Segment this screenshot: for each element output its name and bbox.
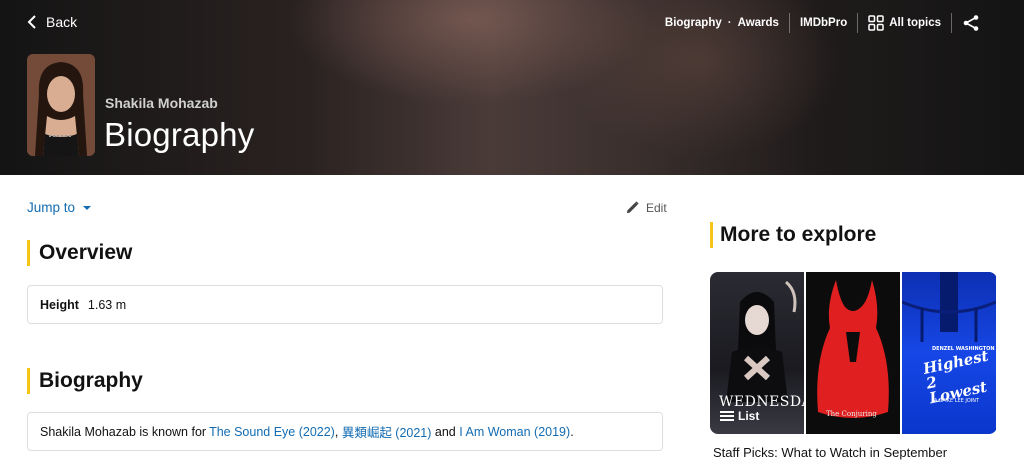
portrait-image bbox=[27, 54, 95, 156]
staff-picks-list-card[interactable]: WEDNESDAY The Conjuring DENZEL WASHINGTO… bbox=[710, 272, 997, 434]
staff-picks-caption-link[interactable]: Staff Picks: What to Watch in September bbox=[713, 445, 947, 460]
edit-button[interactable]: Edit bbox=[625, 200, 667, 215]
page-title: Biography bbox=[104, 116, 255, 153]
nav-imdbpro-link[interactable]: IMDbPro bbox=[800, 17, 847, 29]
nav-separator-dot: · bbox=[727, 17, 732, 29]
overview-heading: Overview bbox=[27, 240, 132, 266]
poster-highest-2-lowest: DENZEL WASHINGTON Highest 2 Lowest A SPI… bbox=[902, 272, 996, 434]
list-badge-label: List bbox=[738, 409, 760, 423]
grid-icon bbox=[868, 15, 884, 31]
poster-conjuring: The Conjuring bbox=[806, 272, 900, 434]
bio-text-prefix: Shakila Mohazab is known for bbox=[40, 424, 207, 439]
chevron-left-icon bbox=[27, 15, 36, 29]
list-badge: List bbox=[720, 409, 759, 423]
bio-title-link[interactable]: I Am Woman (2019) bbox=[459, 425, 570, 439]
all-topics-button[interactable]: All topics bbox=[868, 15, 941, 31]
more-to-explore-heading: More to explore bbox=[710, 222, 876, 248]
biography-heading: Biography bbox=[27, 368, 143, 394]
all-topics-label: All topics bbox=[889, 17, 941, 29]
caret-down-icon bbox=[83, 205, 92, 210]
poster-subtitle: A SPIKE LEE JOINT bbox=[934, 398, 980, 404]
share-icon[interactable] bbox=[962, 14, 980, 32]
back-label: Back bbox=[46, 14, 78, 30]
pencil-icon bbox=[626, 201, 639, 214]
avatar[interactable] bbox=[27, 54, 95, 156]
nav-divider bbox=[788, 13, 790, 33]
person-name[interactable]: Shakila Mohazab bbox=[105, 95, 218, 111]
height-card: Height 1.63 m bbox=[27, 285, 663, 324]
biography-card: Shakila Mohazab is known for The Sound E… bbox=[27, 412, 663, 451]
poster-title: The Conjuring bbox=[826, 410, 877, 418]
nav-divider bbox=[857, 13, 859, 33]
bio-separator: , bbox=[334, 424, 339, 439]
top-navigation: Biography · Awards IMDbPro All topics bbox=[665, 12, 980, 34]
nav-awards-link[interactable]: Awards bbox=[738, 17, 779, 29]
jump-to-dropdown[interactable]: Jump to bbox=[27, 200, 92, 215]
bio-separator: and bbox=[434, 424, 456, 439]
poster-title: WEDNESDAY bbox=[719, 394, 804, 410]
bio-title-link[interactable]: The Sound Eye (2022) bbox=[209, 425, 335, 439]
jump-to-label: Jump to bbox=[27, 200, 76, 215]
edit-label: Edit bbox=[646, 200, 667, 215]
list-icon bbox=[720, 411, 734, 421]
height-label: Height bbox=[40, 297, 79, 312]
height-value: 1.63 m bbox=[87, 297, 127, 312]
back-button[interactable]: Back bbox=[26, 14, 77, 30]
bio-suffix: . bbox=[570, 424, 574, 439]
nav-divider bbox=[951, 13, 952, 33]
bio-title-link[interactable]: 異類崛起 (2021) bbox=[342, 422, 432, 441]
page-header: Back Biography · Awards IMDbPro All topi… bbox=[0, 0, 1024, 175]
nav-biography-link[interactable]: Biography bbox=[665, 17, 722, 29]
